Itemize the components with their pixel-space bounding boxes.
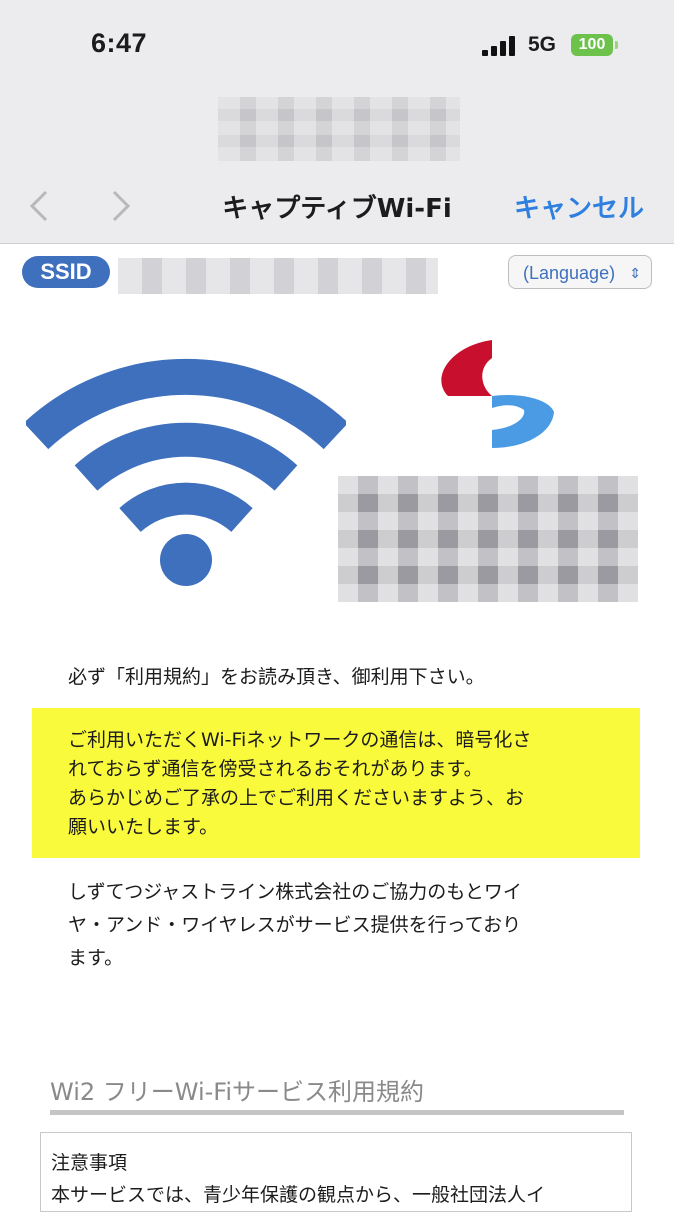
ssid-badge: SSID: [22, 256, 110, 288]
warning-line: 願いいたします。: [68, 816, 219, 838]
warning-line: あらかじめご了承の上でご利用くださいますよう、お: [68, 787, 525, 809]
partner-line: ます。: [68, 947, 124, 969]
battery-indicator: 100: [571, 34, 613, 56]
security-warning: ご利用いただくWi-Fiネットワークの通信は、暗号化さ れておらず通信を傍受され…: [32, 708, 640, 858]
signal-icon: [482, 36, 518, 56]
wifi-icon: [26, 359, 346, 586]
url-redacted[interactable]: [218, 97, 460, 161]
language-select[interactable]: (Language) ⇕: [508, 255, 652, 289]
brand-logo: [441, 340, 554, 448]
usage-notice: 必ず「利用規約」をお読み頂き、御利用下さい。: [68, 666, 485, 688]
partner-info: しずてつジャストライン株式会社のご協力のもとワイ ヤ・アンド・ワイヤレスがサービ…: [68, 876, 608, 975]
ssid-value-redacted: [118, 258, 438, 294]
terms-heading: 注意事項: [51, 1152, 128, 1174]
warning-line: れておらず通信を傍受されるおそれがあります。: [68, 758, 483, 780]
language-select-value: (Language): [523, 263, 616, 283]
partner-line: ヤ・アンド・ワイヤレスがサービス提供を行っており: [68, 914, 522, 936]
brand-name-redacted: [338, 476, 638, 602]
network-type: 5G: [528, 33, 557, 56]
partner-line: しずてつジャストライン株式会社のご協力のもとワイ: [68, 881, 522, 903]
terms-divider: [50, 1110, 624, 1115]
terms-scroll-box[interactable]: 注意事項 本サービスでは、青少年保護の観点から、一般社団法人イ: [40, 1132, 632, 1212]
browser-header: 6:47 5G 100 キャプティブWi-Fi キャンセル: [0, 0, 674, 244]
updown-chevron-icon: ⇕: [629, 265, 641, 281]
terms-text: 本サービスでは、青少年保護の観点から、一般社団法人イ: [51, 1184, 546, 1206]
warning-line: ご利用いただくWi-Fiネットワークの通信は、暗号化さ: [68, 729, 532, 751]
status-time: 6:47: [91, 28, 148, 58]
terms-title: Wi2 フリーWi-Fiサービス利用規約: [50, 1078, 425, 1106]
battery-tip: [615, 41, 618, 49]
cancel-button[interactable]: キャンセル: [514, 188, 644, 225]
